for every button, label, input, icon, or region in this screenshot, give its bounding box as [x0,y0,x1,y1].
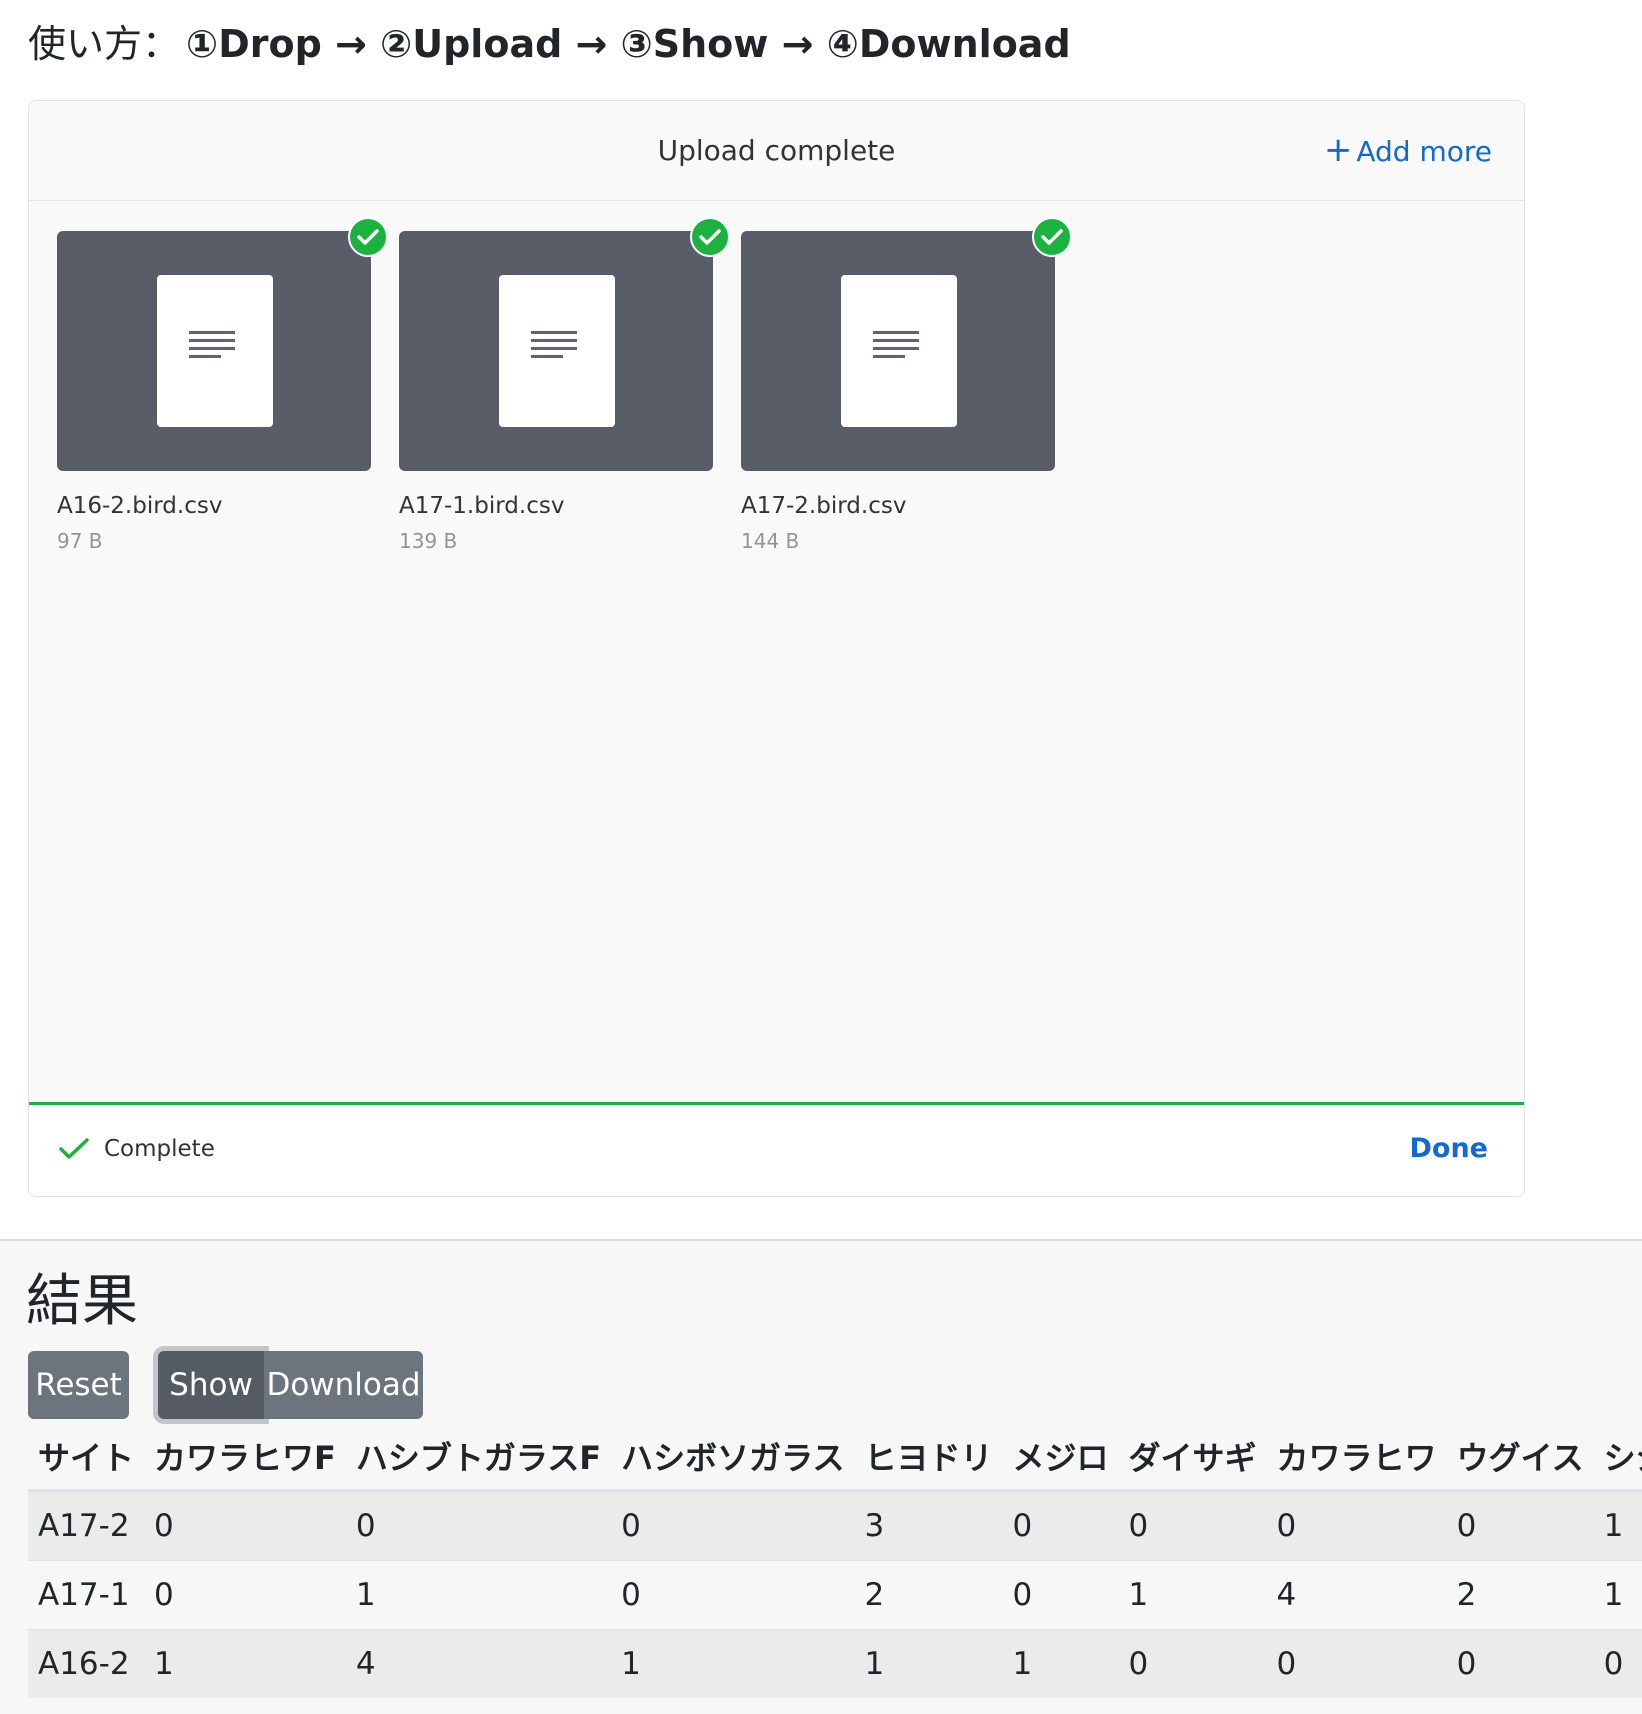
table-cell: 0 [144,1560,346,1630]
column-header: メジロ [1002,1423,1119,1492]
table-header-row: サイト カワラヒワF ハシブトガラスF ハシボソガラス ヒヨドリ メジロ ダイサ… [28,1423,1642,1492]
show-button[interactable]: Show [158,1351,264,1419]
file-size: 139 B [399,529,458,553]
column-header: カワラヒワF [144,1423,346,1492]
plus-icon: + [1323,130,1353,170]
table-cell: 0 [345,1490,612,1561]
table-cell: 4 [345,1629,612,1698]
table-cell: 1 [611,1629,855,1698]
column-header: ハシボソガラス [611,1423,855,1492]
add-more-label: Add more [1356,135,1492,168]
status-text: Complete [104,1136,215,1162]
file-document-icon [499,275,615,427]
file-name: A16-2.bird.csv [57,493,223,519]
table-cell: 1 [1002,1629,1119,1698]
usage-instructions: 使い方： ①Drop → ②Upload → ③Show → ④Download [28,14,1071,74]
table-cell: 1 [854,1629,1003,1698]
column-header: ウグイス [1446,1423,1594,1492]
results-heading: 結果 [26,1269,138,1334]
file-document-icon [157,275,273,427]
table-cell: 1 [1593,1490,1642,1561]
table-cell: 0 [144,1490,346,1561]
file-thumbnail [57,231,371,471]
table-cell: 0 [611,1490,855,1561]
table-row: A17-2 0 0 0 3 0 0 0 0 1 [28,1490,1642,1561]
reset-button[interactable]: Reset [28,1351,129,1419]
column-header: シジ [1593,1423,1642,1492]
table-cell: 4 [1266,1560,1447,1630]
file-size: 144 B [741,529,800,553]
table-cell: 0 [1593,1629,1642,1698]
table-cell: A17-1 [28,1560,145,1630]
results-section: 結果 Reset Show Download サイト カワラヒワF ハシブトガラ… [0,1239,1642,1714]
table-cell: 0 [611,1560,855,1630]
table-cell: 2 [1446,1560,1594,1630]
file-document-icon [841,275,957,427]
file-thumbnail [399,231,713,471]
download-button[interactable]: Download [264,1351,423,1419]
column-header: ヒヨドリ [854,1423,1003,1492]
table-cell: A17-2 [28,1490,145,1561]
table-cell: 0 [1446,1490,1594,1561]
upload-dashboard: Upload complete + Add more A16-2.bird.csv… [28,100,1525,1197]
upload-success-check-icon [1032,217,1072,257]
status-bar: Complete Done [29,1102,1524,1196]
table-cell: 0 [1266,1490,1447,1561]
table-cell: 0 [1446,1629,1594,1698]
upload-success-check-icon [690,217,730,257]
upload-status-title: Upload complete [657,134,896,167]
done-button[interactable]: Done [1410,1105,1489,1193]
file-name: A17-1.bird.csv [399,493,565,519]
table-cell: 0 [1002,1560,1119,1630]
file-size: 97 B [57,529,103,553]
table-cell: 0 [1002,1490,1119,1561]
upload-success-check-icon [348,217,388,257]
table-cell: 0 [1118,1629,1267,1698]
table-cell: 1 [144,1629,346,1698]
table-cell: 0 [1118,1490,1267,1561]
usage-steps: ①Drop → ②Upload → ③Show → ④Download [186,22,1071,66]
table-cell: A16-2 [28,1629,145,1698]
table-cell: 2 [854,1560,1003,1630]
column-header: ダイサギ [1118,1423,1267,1492]
table-cell: 1 [1593,1560,1642,1630]
usage-label: 使い方： [28,22,181,66]
table-cell: 3 [854,1490,1003,1561]
file-thumbnail [741,231,1055,471]
table-cell: 1 [1118,1560,1267,1630]
table-row: A17-1 0 1 0 2 0 1 4 2 1 [28,1560,1642,1630]
add-more-button[interactable]: + Add more [1324,101,1492,200]
complete-check-icon [59,1137,89,1165]
table-cell: 0 [1266,1629,1447,1698]
table-row: A16-2 1 4 1 1 1 0 0 0 0 [28,1629,1642,1698]
results-table: サイト カワラヒワF ハシブトガラスF ハシボソガラス ヒヨドリ メジロ ダイサ… [28,1423,1642,1698]
column-header: サイト [28,1423,145,1492]
dashboard-header: Upload complete + Add more [29,101,1524,201]
column-header: カワラヒワ [1266,1423,1447,1492]
column-header: ハシブトガラスF [345,1423,612,1492]
file-name: A17-2.bird.csv [741,493,907,519]
table-cell: 1 [345,1560,612,1630]
